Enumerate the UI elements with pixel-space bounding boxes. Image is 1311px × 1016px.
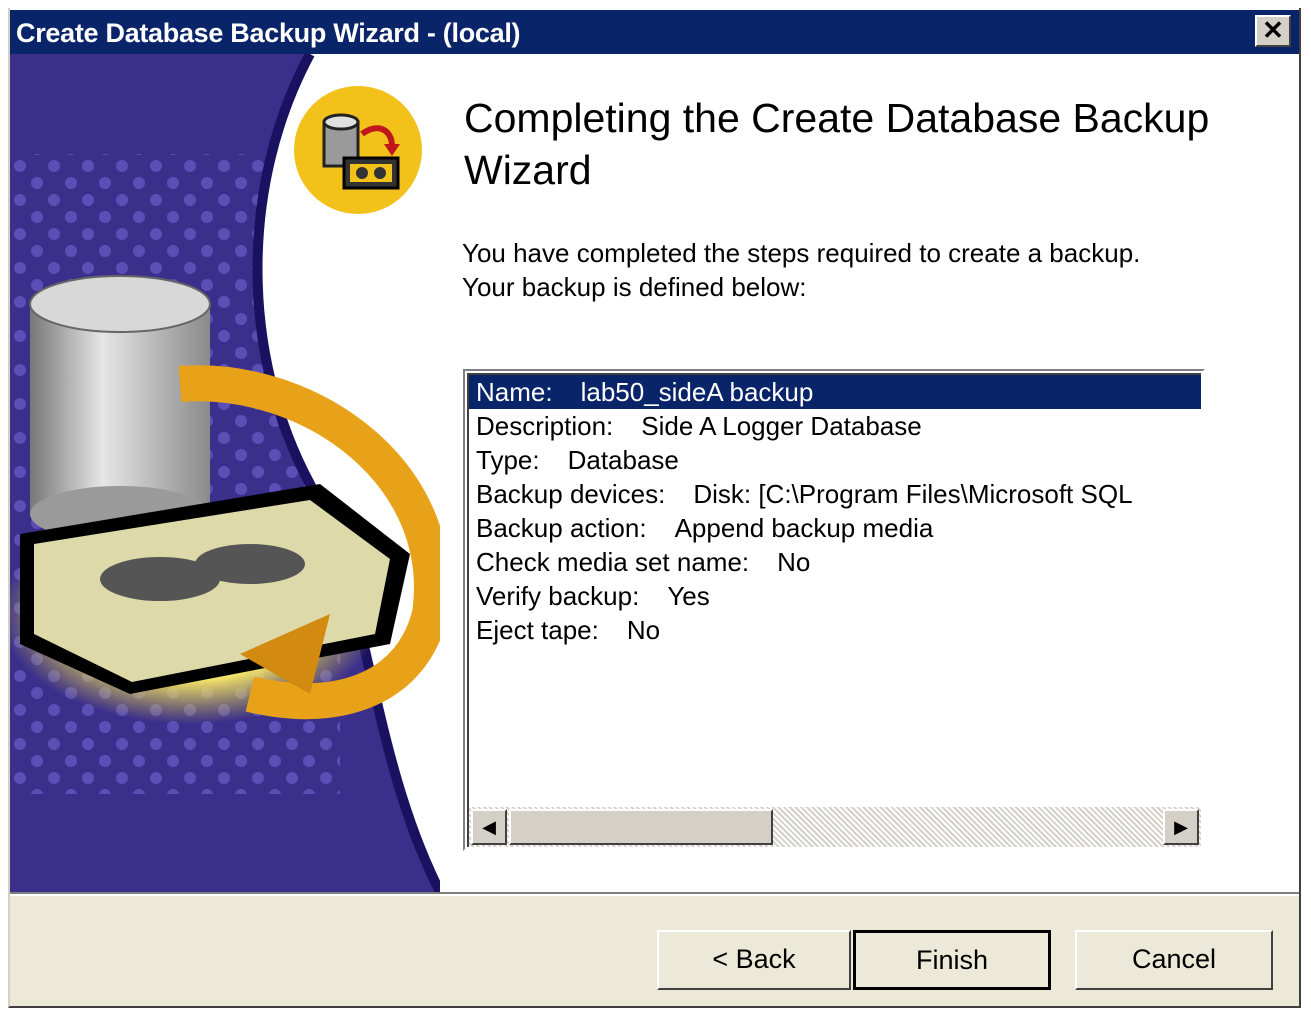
- list-item[interactable]: Check media set name: No: [469, 545, 1201, 579]
- backup-wizard-icon: [294, 86, 422, 214]
- scroll-right-icon: ▶: [1174, 817, 1188, 837]
- item-value: lab50_sideA backup: [580, 377, 814, 407]
- finish-button[interactable]: Finish: [853, 930, 1051, 990]
- item-label: Verify backup:: [476, 581, 640, 611]
- list-item[interactable]: Description: Side A Logger Database: [469, 409, 1201, 443]
- scrollbar-thumb[interactable]: [509, 809, 773, 845]
- item-label: Backup devices:: [476, 479, 666, 509]
- item-value: Side A Logger Database: [641, 411, 922, 441]
- cancel-button[interactable]: Cancel: [1075, 930, 1273, 990]
- scroll-left-button[interactable]: ◀: [471, 809, 507, 845]
- item-label: Name:: [476, 377, 553, 407]
- list-item[interactable]: Verify backup: Yes: [469, 579, 1201, 613]
- intro-line-2: Your backup is defined below:: [462, 272, 807, 302]
- page-title: Completing the Create Database Backup Wi…: [464, 95, 1210, 193]
- list-item[interactable]: Eject tape: No: [469, 613, 1201, 647]
- list-viewport: Name: lab50_sideA backup Description: Side…: [467, 373, 1201, 847]
- list-item[interactable]: Backup devices: Disk: [C:\Program Files\M…: [469, 477, 1201, 511]
- list-item[interactable]: Backup action: Append backup media: [469, 511, 1201, 545]
- item-value: Append backup media: [674, 513, 934, 543]
- backup-summary-list[interactable]: Name: lab50_sideA backup Description: Side…: [463, 369, 1205, 851]
- item-value: Disk: [C:\Program Files\Microsoft SQL: [693, 479, 1133, 509]
- intro-line-1: You have completed the steps required to…: [462, 238, 1141, 268]
- title-bar[interactable]: Create Database Backup Wizard - (local) …: [10, 10, 1299, 54]
- item-value: No: [777, 547, 811, 577]
- item-label: Description:: [476, 411, 614, 441]
- item-label: Check media set name:: [476, 547, 750, 577]
- item-label: Backup action:: [476, 513, 647, 543]
- intro-text: You have completed the steps required to…: [462, 236, 1242, 304]
- horizontal-scrollbar[interactable]: ◀ ▶: [469, 807, 1201, 847]
- list-item[interactable]: Type: Database: [469, 443, 1201, 477]
- close-icon: ✕: [1262, 15, 1284, 45]
- item-value: No: [626, 615, 661, 645]
- close-button[interactable]: ✕: [1255, 15, 1291, 47]
- scroll-right-button[interactable]: ▶: [1163, 809, 1199, 845]
- list-item[interactable]: Name: lab50_sideA backup: [469, 375, 1201, 409]
- wizard-window: Create Database Backup Wizard - (local) …: [0, 0, 1311, 1016]
- item-label: Eject tape:: [476, 615, 599, 645]
- scroll-left-icon: ◀: [482, 817, 496, 837]
- back-button[interactable]: < Back: [657, 930, 851, 990]
- item-value: Database: [567, 445, 679, 475]
- window-title: Create Database Backup Wizard - (local): [16, 18, 521, 48]
- item-value: Yes: [667, 581, 710, 611]
- list-rows: Name: lab50_sideA backup Description: Side…: [469, 375, 1201, 805]
- item-label: Type:: [476, 445, 540, 475]
